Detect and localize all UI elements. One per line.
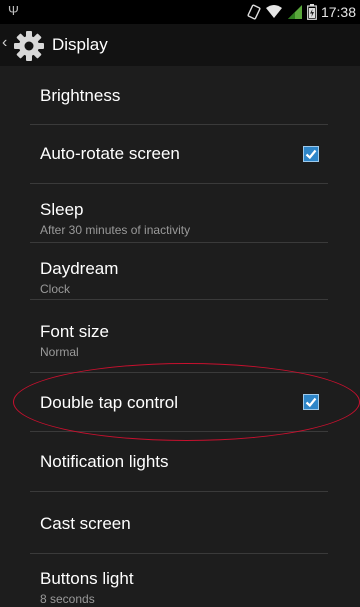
clock: 17:38 [320,4,356,20]
font-size-title: Font size [40,322,109,341]
settings-list: Brightness Auto-rotate screen Sleep Afte… [0,66,360,607]
daydream-summary: Clock [40,282,71,296]
signal-icon [287,5,302,19]
buttons-light-title: Buttons light [40,569,134,588]
page-title: Display [52,35,108,54]
sleep-item[interactable]: Sleep After 30 minutes of inactivity [0,184,360,242]
double-tap-title: Double tap control [40,393,178,412]
auto-rotate-title: Auto-rotate screen [40,144,180,163]
back-arrow-icon[interactable]: ‹ [2,34,7,52]
cast-screen-title: Cast screen [40,514,131,533]
sleep-summary: After 30 minutes of inactivity [40,223,191,237]
daydream-title: Daydream [40,259,119,278]
notification-lights-item[interactable]: Notification lights [0,432,360,491]
double-tap-item[interactable]: Double tap control [0,373,360,431]
buttons-light-summary: 8 seconds [40,592,95,606]
usb-icon: Ψ [8,3,19,18]
battery-icon [307,4,317,20]
status-bar: Ψ 17:38 [0,0,360,24]
font-size-item[interactable]: Font size Normal [0,300,360,360]
double-tap-checkbox[interactable] [303,394,319,410]
font-size-summary: Normal [40,345,79,359]
settings-gear-icon[interactable] [12,29,46,63]
buttons-light-item[interactable]: Buttons light 8 seconds [0,554,360,607]
checkmark-icon [305,397,317,408]
wifi-icon [265,5,282,18]
brightness-item[interactable]: Brightness [0,66,360,124]
status-icons: 17:38 [247,2,356,22]
notification-lights-title: Notification lights [40,452,169,471]
checkmark-icon [305,149,317,160]
auto-rotate-item[interactable]: Auto-rotate screen [0,125,360,182]
sleep-title: Sleep [40,200,84,219]
daydream-item[interactable]: Daydream Clock [0,243,360,299]
brightness-title: Brightness [40,86,121,105]
vibrate-icon [247,4,261,20]
action-bar: ‹ Display [0,24,360,66]
cast-screen-item[interactable]: Cast screen [0,492,360,550]
auto-rotate-checkbox[interactable] [303,146,319,162]
